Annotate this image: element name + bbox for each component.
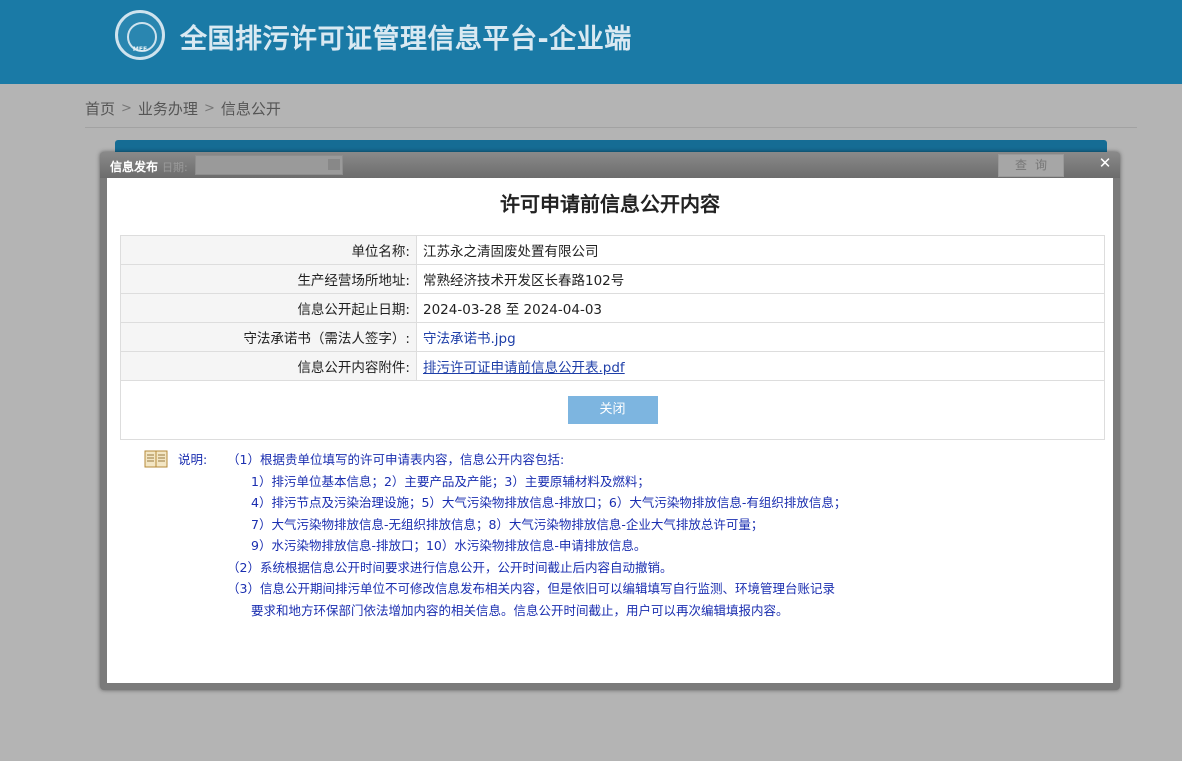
table-row: 生产经营场所地址: 常熟经济技术开发区长春路102号 — [120, 264, 1105, 294]
attachment-cell: 排污许可证申请前信息公开表.pdf — [416, 351, 1105, 381]
breadcrumb: 首页 > 业务办理 > 信息公开 — [85, 98, 281, 119]
note-line: （1）根据贵单位填写的许可申请表内容，信息公开内容包括: — [227, 452, 565, 467]
background-date-label: 日期: — [162, 161, 188, 174]
table-row: 守法承诺书（需法人签字）: 守法承诺书.jpg — [120, 322, 1105, 352]
app-title: 全国排污许可证管理信息平台-企业端 — [180, 24, 632, 55]
divider — [85, 127, 1137, 128]
breadcrumb-home[interactable]: 首页 — [85, 98, 115, 119]
content-title: 许可申请前信息公开内容 — [500, 192, 720, 216]
info-table: 单位名称: 江苏永之清固废处置有限公司 生产经营场所地址: 常熟经济技术开发区长… — [120, 235, 1105, 440]
background-date-input — [195, 155, 343, 175]
info-disclosure-dialog: 日期: 查询 信息发布 ✕ 许可申请前信息公开内容 单位名称: 江苏永之清固废处… — [100, 152, 1120, 690]
book-icon — [144, 450, 168, 468]
note-line: （2）系统根据信息公开时间要求进行信息公开，公开时间截止后内容自动撤销。 — [227, 559, 673, 575]
background-query-button: 查询 — [998, 154, 1064, 177]
row-label: 信息公开起止日期: — [120, 293, 417, 323]
company-name-value: 江苏永之清固废处置有限公司 — [416, 235, 1105, 265]
note-line: 7）大气污染物排放信息-无组织排放信息；8）大气污染物排放信息-企业大气排放总许… — [251, 516, 764, 532]
breadcrumb-separator: > — [203, 101, 215, 116]
table-row: 信息公开内容附件: 排污许可证申请前信息公开表.pdf — [120, 351, 1105, 381]
note-line: 9）水污染物排放信息-排放口；10）水污染物排放信息-申请排放信息。 — [251, 538, 647, 553]
dialog-body: 许可申请前信息公开内容 单位名称: 江苏永之清固废处置有限公司 生产经营场所地址… — [107, 178, 1113, 683]
mee-logo-icon: MEE — [115, 10, 165, 60]
commitment-file-link[interactable]: 守法承诺书.jpg — [423, 331, 516, 347]
calendar-icon — [328, 159, 340, 170]
breadcrumb-current: 信息公开 — [220, 100, 281, 118]
top-header: MEE 全国排污许可证管理信息平台-企业端 — [0, 0, 1182, 84]
row-label: 信息公开内容附件: — [120, 351, 417, 381]
note-line: （3）信息公开期间排污单位不可修改信息发布相关内容，但是依旧可以编辑填写自行监测… — [227, 581, 835, 596]
table-row: 信息公开起止日期: 2024-03-28 至 2024-04-03 — [120, 293, 1105, 323]
close-button[interactable]: 关闭 — [567, 396, 658, 424]
commitment-cell: 守法承诺书.jpg — [416, 322, 1105, 352]
row-label: 守法承诺书（需法人签字）: — [120, 322, 417, 352]
breadcrumb-separator: > — [121, 101, 132, 116]
breadcrumb-business[interactable]: 业务办理 — [138, 98, 198, 119]
note-line: 4）排污节点及污染治理设施；5）大气污染物排放信息-排放口；6）大气污染物排放信… — [251, 495, 847, 510]
close-icon[interactable]: ✕ — [1097, 155, 1113, 171]
row-label: 生产经营场所地址: — [120, 264, 417, 294]
note-line: 1）排污单位基本信息；2）主要产品及产能；3）主要原辅材料及燃料； — [251, 473, 650, 489]
table-row: 关闭 — [120, 380, 1105, 440]
row-label: 单位名称: — [120, 235, 417, 265]
notes-label: 说明: — [178, 452, 208, 467]
logo-text: MEE — [132, 46, 148, 53]
table-row: 单位名称: 江苏永之清固废处置有限公司 — [120, 235, 1105, 265]
dialog-title: 信息发布 — [110, 160, 159, 174]
date-range-value: 2024-03-28 至 2024-04-03 — [416, 293, 1105, 323]
note-line: 要求和地方环保部门依法增加内容的相关信息。信息公开时间截止，用户可以再次编辑填报… — [251, 602, 789, 618]
dialog-header: 日期: 查询 信息发布 ✕ — [100, 152, 1120, 178]
attachment-file-link[interactable]: 排污许可证申请前信息公开表.pdf — [423, 360, 625, 376]
address-value: 常熟经济技术开发区长春路102号 — [416, 264, 1105, 294]
button-cell: 关闭 — [120, 380, 1105, 440]
